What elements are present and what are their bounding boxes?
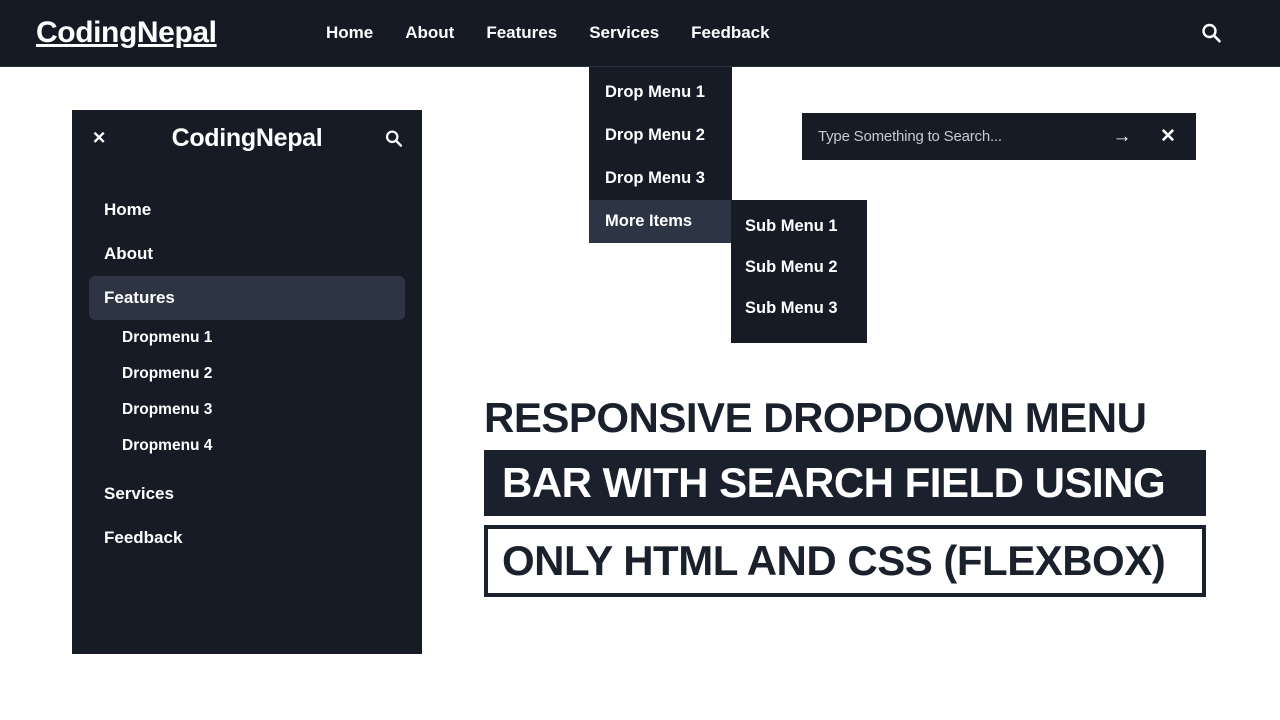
nav-item-about[interactable]: About: [389, 15, 470, 51]
search-input[interactable]: [802, 113, 1104, 160]
nav-item-features[interactable]: Features: [470, 15, 573, 51]
sidebar-spacer: [72, 464, 422, 472]
more-items-submenu: Sub Menu 1 Sub Menu 2 Sub Menu 3: [731, 200, 867, 343]
submenu-item-sub-menu-1[interactable]: Sub Menu 1: [731, 206, 867, 247]
sidebar-subitem-dropmenu-1[interactable]: Dropmenu 1: [72, 320, 422, 356]
sidebar: ✕ CodingNepal Home About Features Dropme…: [72, 110, 422, 654]
sidebar-subitem-dropmenu-4[interactable]: Dropmenu 4: [72, 428, 422, 464]
dropdown-link-drop-menu-2[interactable]: Drop Menu 2: [589, 114, 732, 157]
sidebar-search-icon-glyph: [385, 129, 402, 147]
submenu-link-sub-menu-3[interactable]: Sub Menu 3: [731, 288, 867, 329]
sidebar-link-features[interactable]: Features: [89, 276, 405, 320]
sidebar-item-feedback[interactable]: Feedback: [72, 516, 422, 560]
nav-link-services[interactable]: Services: [573, 15, 675, 51]
brand-logo[interactable]: CodingNepal: [36, 16, 217, 50]
dropdown-link-more-items[interactable]: More Items: [589, 200, 732, 243]
sidebar-subitem-dropmenu-2[interactable]: Dropmenu 2: [72, 356, 422, 392]
page-headline: RESPONSIVE DROPDOWN MENU BAR WITH SEARCH…: [484, 393, 1206, 597]
search-icon-glyph: [1202, 23, 1221, 43]
search-close-icon[interactable]: ✕: [1140, 113, 1196, 160]
submenu-link-sub-menu-2[interactable]: Sub Menu 2: [731, 247, 867, 288]
nav-item-services[interactable]: Services: [573, 15, 675, 51]
nav-link-feedback[interactable]: Feedback: [675, 15, 785, 51]
dropdown-item-more-items[interactable]: More Items Sub Menu 1 Sub Menu 2 Sub Men…: [589, 200, 867, 343]
top-navbar: CodingNepal Home About Features Services…: [0, 0, 1280, 67]
sidebar-sublink-dropmenu-2[interactable]: Dropmenu 2: [72, 356, 422, 392]
dropdown-item-drop-menu-2[interactable]: Drop Menu 2: [589, 114, 732, 157]
submenu-item-sub-menu-3[interactable]: Sub Menu 3: [731, 288, 867, 329]
services-dropdown-menu: Drop Menu 1 Drop Menu 2 Drop Menu 3 More…: [589, 67, 867, 343]
sidebar-link-home[interactable]: Home: [89, 188, 405, 232]
sidebar-sublink-dropmenu-1[interactable]: Dropmenu 1: [72, 320, 422, 356]
headline-line-1: RESPONSIVE DROPDOWN MENU: [484, 394, 1147, 441]
headline-line-2: BAR WITH SEARCH FIELD USING: [484, 450, 1206, 516]
search-submit-arrow-icon[interactable]: →: [1104, 113, 1140, 160]
nav-links: Home About Features Services Feedback: [310, 15, 786, 51]
search-box: → ✕: [802, 113, 1196, 160]
sidebar-submenu-features: Dropmenu 1 Dropmenu 2 Dropmenu 3 Dropmen…: [72, 320, 422, 464]
sidebar-item-home[interactable]: Home: [72, 188, 422, 232]
nav-item-home[interactable]: Home: [310, 15, 389, 51]
sidebar-item-about[interactable]: About: [72, 232, 422, 276]
sidebar-subitem-dropmenu-3[interactable]: Dropmenu 3: [72, 392, 422, 428]
dropdown-link-drop-menu-3[interactable]: Drop Menu 3: [589, 157, 732, 200]
sidebar-link-services[interactable]: Services: [89, 472, 405, 516]
dropdown-link-drop-menu-1[interactable]: Drop Menu 1: [589, 71, 732, 114]
sidebar-item-features[interactable]: Features Dropmenu 1 Dropmenu 2 Dropmenu …: [72, 276, 422, 464]
sidebar-header: ✕ CodingNepal: [72, 110, 422, 166]
submenu-item-sub-menu-2[interactable]: Sub Menu 2: [731, 247, 867, 288]
sidebar-title: CodingNepal: [171, 123, 323, 152]
sidebar-sublink-dropmenu-4[interactable]: Dropmenu 4: [72, 428, 422, 464]
sidebar-search-icon[interactable]: [382, 127, 404, 149]
dropdown-item-drop-menu-3[interactable]: Drop Menu 3: [589, 157, 732, 200]
nav-link-features[interactable]: Features: [470, 15, 573, 51]
nav-link-home[interactable]: Home: [310, 15, 389, 51]
headline-line-3: ONLY HTML AND CSS (FLEXBOX): [484, 525, 1206, 597]
nav-link-about[interactable]: About: [389, 15, 470, 51]
sidebar-sublink-dropmenu-3[interactable]: Dropmenu 3: [72, 392, 422, 428]
sidebar-menu: Home About Features Dropmenu 1 Dropmenu …: [72, 188, 422, 560]
nav-item-feedback[interactable]: Feedback: [675, 15, 785, 51]
submenu-link-sub-menu-1[interactable]: Sub Menu 1: [731, 206, 867, 247]
sidebar-item-services[interactable]: Services: [72, 472, 422, 516]
sidebar-link-feedback[interactable]: Feedback: [89, 516, 405, 560]
dropdown-item-drop-menu-1[interactable]: Drop Menu 1: [589, 71, 732, 114]
sidebar-link-about[interactable]: About: [89, 232, 405, 276]
page-root: CodingNepal Home About Features Services…: [0, 0, 1280, 720]
search-icon[interactable]: [1198, 20, 1224, 46]
